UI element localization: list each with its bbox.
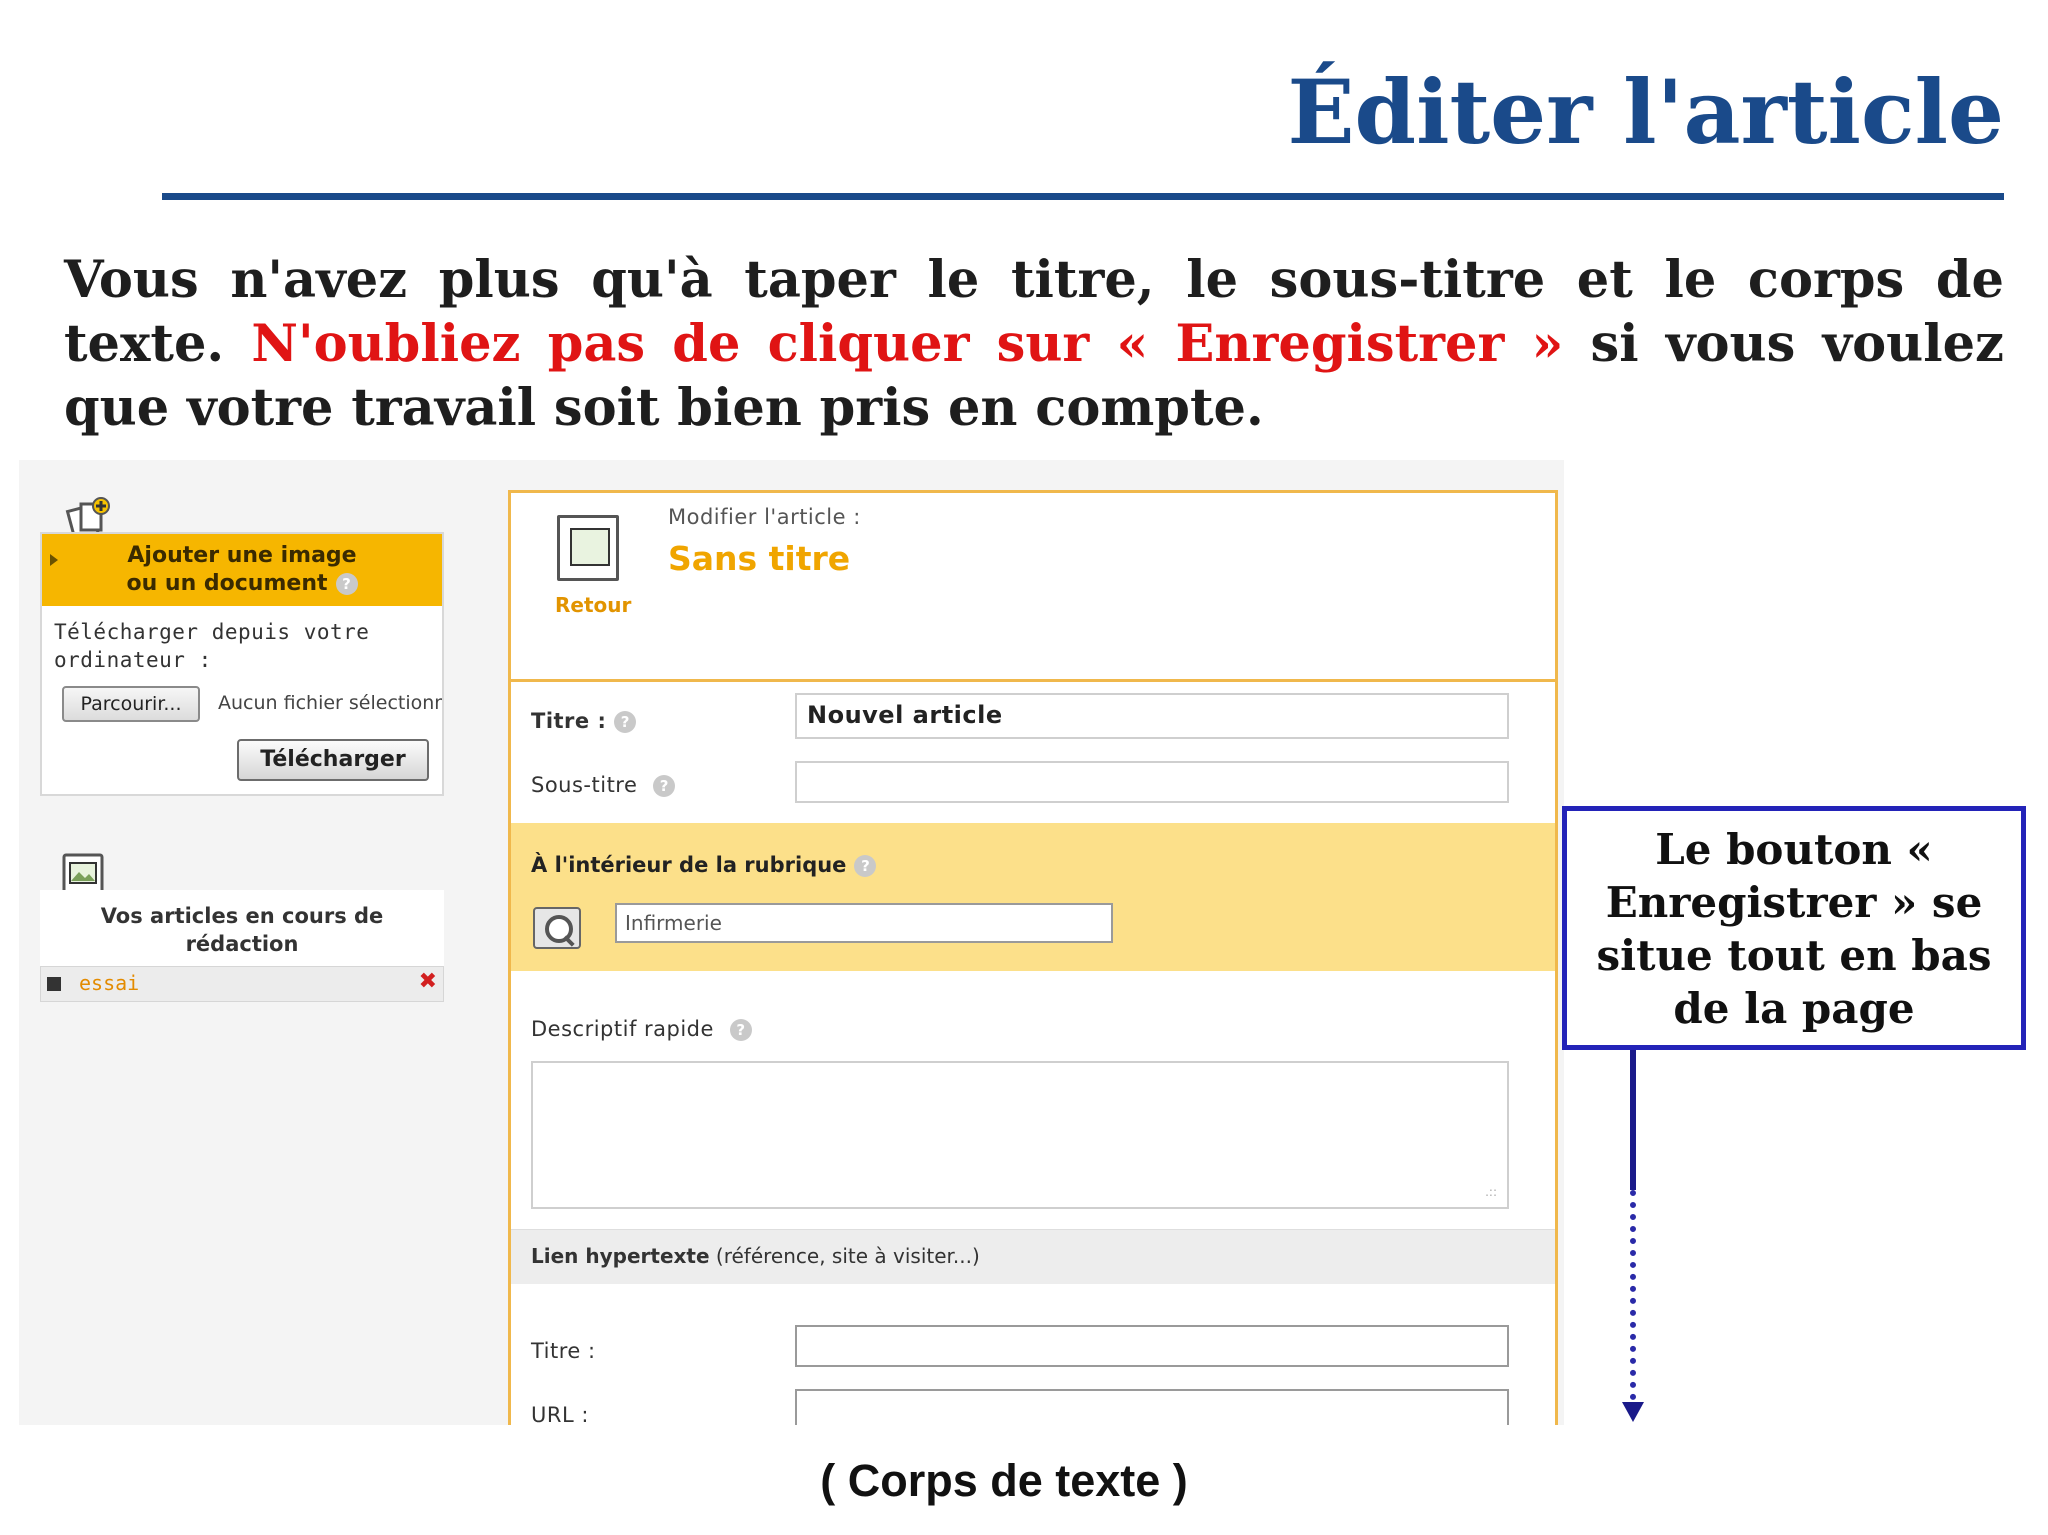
draft-item[interactable]: essai ✖ [40, 966, 444, 1002]
help-icon[interactable]: ? [854, 855, 877, 877]
back-link[interactable]: Retour [555, 593, 631, 617]
rubrique-label: À l'intérieur de la rubrique? [531, 853, 877, 877]
help-icon[interactable]: ? [729, 1019, 752, 1041]
slide-title: Éditer l'article [1287, 60, 2004, 164]
title-input[interactable]: Nouvel article [795, 693, 1509, 739]
article-title: Sans titre [668, 539, 851, 578]
upload-text-line-2: ordinateur : [54, 648, 212, 672]
hyperlink-section-header: Lien hypertexte (référence, site à visit… [511, 1229, 1555, 1284]
url-label: URL : [531, 1403, 589, 1425]
intro-warning: N'oubliez pas de cliquer sur « Enregistr… [251, 314, 1564, 374]
body-text-caption: ( Corps de texte ) [820, 1455, 1188, 1506]
descriptif-label: Descriptif rapide? [531, 1017, 752, 1041]
upload-instructions: Télécharger depuis votre ordinateur : [54, 618, 369, 674]
subtitle-label: Sous-titre? [531, 773, 676, 797]
help-icon[interactable]: ? [614, 711, 637, 733]
modify-label: Modifier l'article : [668, 505, 861, 529]
titre-label: Titre :? [531, 709, 637, 733]
browse-button[interactable]: Parcourir... [62, 686, 200, 722]
link-title-label: Titre : [531, 1339, 596, 1363]
hyperlink-label: Lien hypertexte (référence, site à visit… [531, 1244, 980, 1268]
upload-title-line-1: Ajouter une image [127, 543, 357, 568]
callout-box: Le bouton « Enregistrer » se situe tout … [1562, 806, 2026, 1050]
callout-arrow-dots [1630, 1190, 1636, 1400]
help-icon[interactable]: ? [653, 775, 676, 797]
drafts-header: Vos articles en cours de rédaction [40, 890, 444, 966]
form-header: Retour Modifier l'article : Sans titre [511, 493, 1555, 682]
descriptif-textarea[interactable]: .:: [531, 1061, 1509, 1209]
draft-bullet-icon [47, 977, 61, 991]
resize-grip-icon[interactable]: .:: [1485, 1185, 1497, 1199]
article-document-icon[interactable] [557, 515, 619, 581]
delete-icon[interactable]: ✖ [419, 969, 437, 994]
title-rule [162, 193, 2004, 200]
drafts-title-line-2: rédaction [185, 932, 299, 956]
upload-text-line-1: Télécharger depuis votre [54, 620, 370, 644]
callout-arrow-line [1630, 1050, 1636, 1190]
expand-arrow-icon [50, 554, 58, 566]
article-form: Retour Modifier l'article : Sans titre T… [508, 490, 1558, 1425]
link-title-input[interactable] [795, 1325, 1509, 1367]
upload-panel: Ajouter une image ou un document? Téléch… [40, 532, 444, 796]
upload-title-line-2: ou un document? [42, 570, 442, 598]
help-icon[interactable]: ? [335, 573, 358, 595]
subtitle-input[interactable] [795, 761, 1509, 803]
rubrique-section: À l'intérieur de la rubrique? Infirmerie [511, 823, 1555, 971]
no-file-label: Aucun fichier sélectionné [218, 692, 442, 714]
down-arrow-icon [1622, 1402, 1644, 1422]
drafts-title-line-1: Vos articles en cours de [100, 904, 384, 928]
upload-header[interactable]: Ajouter une image ou un document? [42, 534, 442, 606]
draft-name[interactable]: essai [79, 971, 139, 995]
url-input[interactable] [795, 1389, 1509, 1425]
upload-button[interactable]: Télécharger [237, 739, 429, 781]
rubrique-input[interactable]: Infirmerie [615, 903, 1113, 943]
magnifier-icon[interactable] [533, 907, 581, 949]
cms-screenshot: Ajouter une image ou un document? Téléch… [19, 460, 1564, 1425]
intro-text: Vous n'avez plus qu'à taper le titre, le… [64, 248, 2004, 440]
